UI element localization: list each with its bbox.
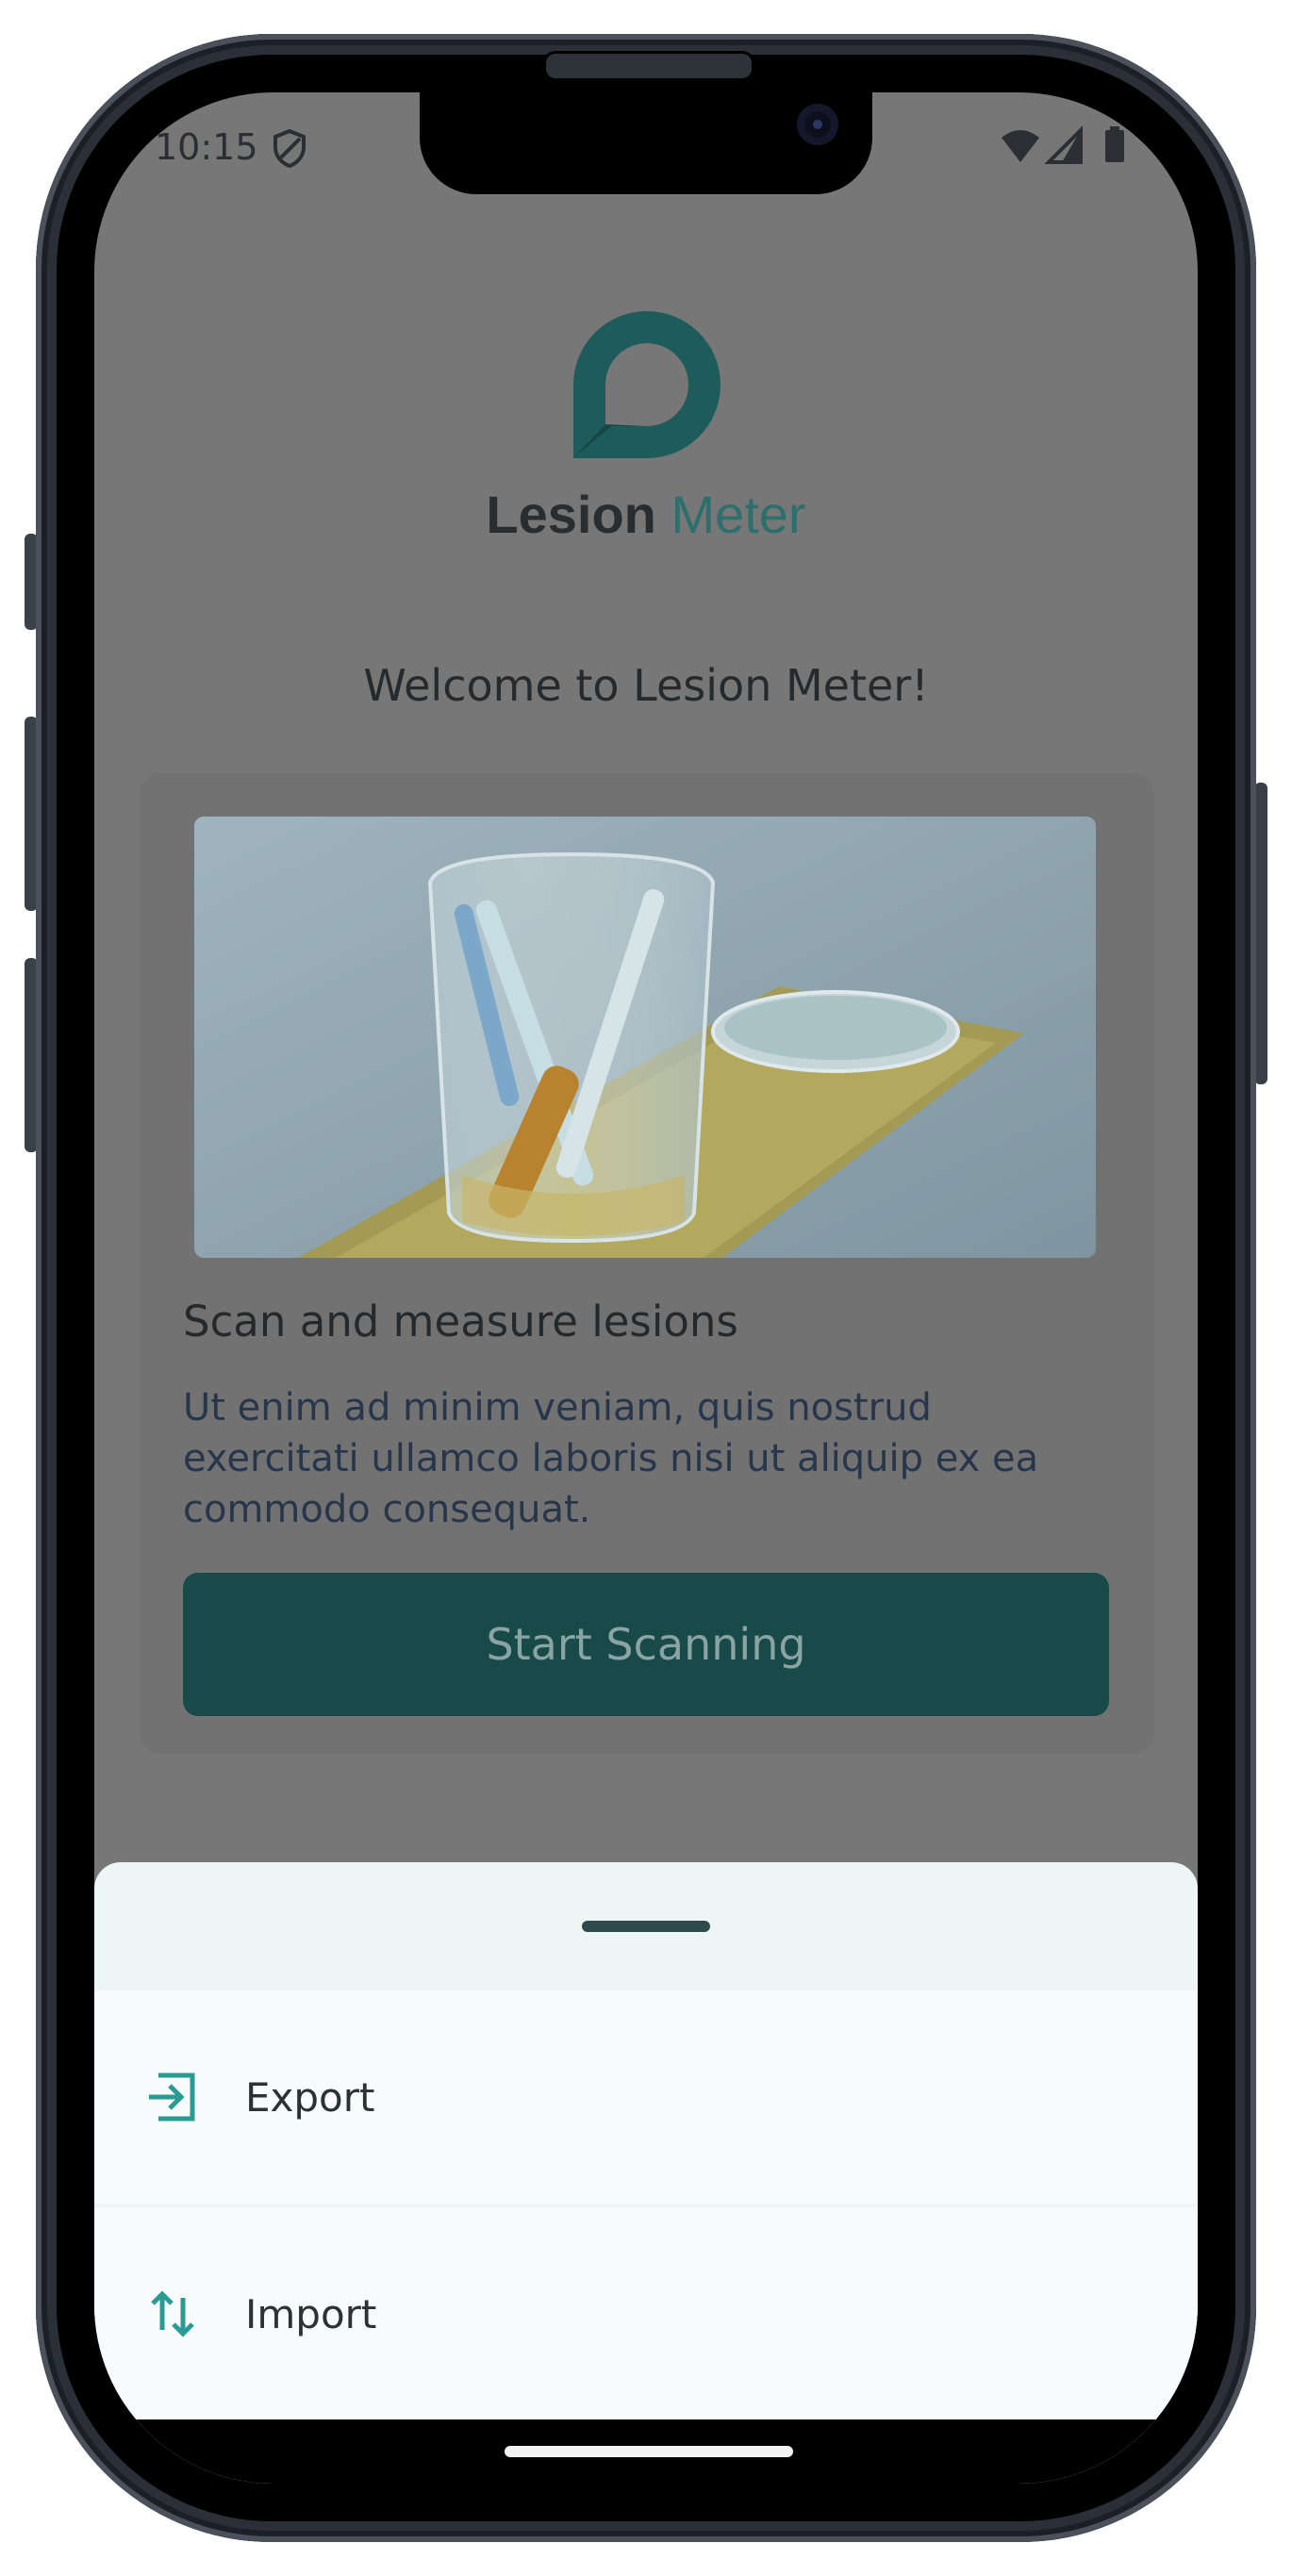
shield-icon [273, 128, 306, 168]
sheet-item-import[interactable]: Import [94, 2207, 1198, 2420]
welcome-heading: Welcome to Lesion Meter! [363, 660, 929, 711]
wifi-icon [1002, 130, 1039, 162]
camera-notch [420, 92, 872, 194]
power-button[interactable] [1254, 783, 1267, 1084]
start-scanning-button[interactable]: Start Scanning [183, 1573, 1109, 1716]
card-title: Scan and measure lesions [183, 1296, 738, 1346]
brand-name: Lesion Meter [94, 484, 1198, 545]
lab-beaker-image [194, 817, 1096, 1258]
status-time: 10:15 [155, 126, 258, 168]
system-status-icons [1002, 125, 1124, 164]
export-icon [149, 2072, 195, 2122]
sheet-item-label: Import [245, 2290, 377, 2337]
sheet-item-label: Export [245, 2073, 375, 2121]
sheet-item-export[interactable]: Export [94, 1990, 1198, 2204]
battery-icon [1105, 130, 1124, 162]
front-camera [797, 104, 838, 145]
brand-name-light: Meter [671, 485, 806, 544]
lesion-meter-logo [573, 311, 721, 458]
bottom-sheet: Export Import [94, 1862, 1198, 2484]
home-indicator[interactable] [505, 2446, 793, 2457]
screen: 10:15 Lesion Meter Welcome to Lesion Met… [94, 92, 1198, 2484]
card-description: Ut enim ad minim veniam, quis nostrud ex… [183, 1386, 1039, 1531]
import-arrows-icon [151, 2290, 194, 2337]
earpiece-speaker [543, 51, 754, 81]
sheet-drag-handle[interactable] [582, 1921, 710, 1932]
brand-name-bold: Lesion [486, 485, 656, 544]
